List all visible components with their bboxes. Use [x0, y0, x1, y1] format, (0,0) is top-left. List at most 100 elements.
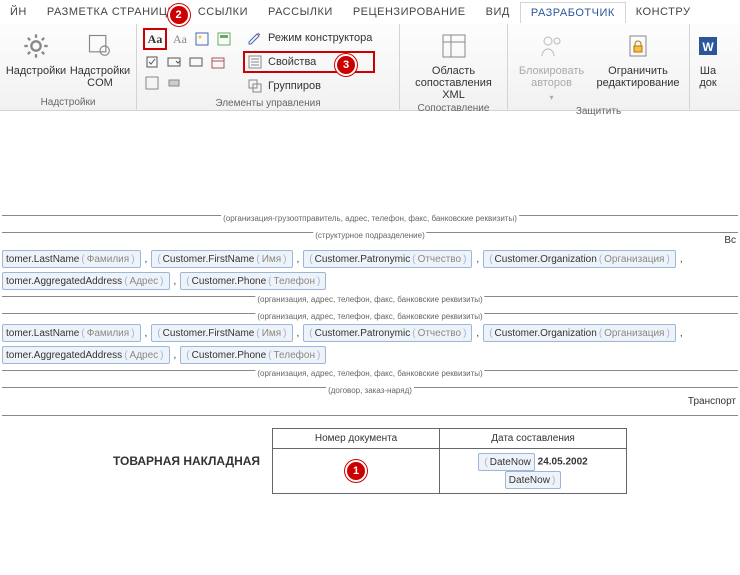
- callout-2: 2: [168, 4, 190, 26]
- group-label: Группиров: [268, 80, 321, 92]
- addins-button[interactable]: Надстройки: [6, 28, 66, 77]
- combobox-control-icon[interactable]: [165, 53, 183, 71]
- repeat-control-icon[interactable]: [143, 74, 161, 92]
- design-mode-button[interactable]: Режим конструктора: [243, 28, 375, 48]
- xml-mapping-label: Область сопоставления XML: [406, 65, 501, 101]
- checkbox-control-icon[interactable]: [143, 53, 161, 71]
- doc-title: ТОВАРНАЯ НАКЛАДНАЯ: [113, 454, 260, 468]
- cc-phone-tag-2: Customer.Phone: [192, 350, 267, 361]
- block-authors-icon: [536, 30, 568, 62]
- cc-org-tag-2: Customer.Organization: [495, 328, 597, 339]
- cc-patronymic-placeholder-2: Отчество: [418, 328, 461, 339]
- restrict-edit-button[interactable]: Ограничить редактирование: [593, 28, 683, 89]
- chevron-down-icon: ▾: [549, 92, 553, 104]
- xml-mapping-button[interactable]: Область сопоставления XML: [406, 28, 501, 101]
- templates-button[interactable]: W Ша док: [696, 28, 720, 89]
- tab-page-layout[interactable]: РАЗМЕТКА СТРАНИЦЫ 2: [37, 2, 188, 22]
- cc-phone-2[interactable]: (Customer.Phone(Телефон): [180, 346, 326, 364]
- customer-row-2: tomer.LastName(Фамилия), (Customer.First…: [0, 322, 740, 344]
- cc-firstname[interactable]: (Customer.FirstName(Имя): [151, 250, 292, 268]
- legacy-control-icon[interactable]: [165, 74, 183, 92]
- cc-phone[interactable]: (Customer.Phone(Телефон): [180, 272, 326, 290]
- block-authors-label: Блокировать авторов: [514, 65, 589, 89]
- plaintext-control-icon[interactable]: Aa: [171, 30, 189, 48]
- cc-addr-2[interactable]: tomer.AggregatedAddress(Адрес): [2, 346, 170, 364]
- dropdown-control-icon[interactable]: [187, 53, 205, 71]
- tab-references[interactable]: ССЫЛКИ: [188, 2, 258, 22]
- td-doc-number[interactable]: 1: [273, 449, 440, 494]
- form-line-transport: [2, 415, 738, 416]
- cc-lastname-tag-2: tomer.LastName: [6, 328, 79, 339]
- cc-org-tag: Customer.Organization: [495, 254, 597, 265]
- restrict-edit-label: Ограничить редактирование: [593, 65, 683, 89]
- tab-review[interactable]: РЕЦЕНЗИРОВАНИЕ: [343, 2, 476, 22]
- right-note-transport: Транспорт: [0, 394, 740, 409]
- form-line-contract: (договор, заказ-наряд): [2, 387, 738, 388]
- cc-lastname-2[interactable]: tomer.LastName(Фамилия): [2, 324, 141, 342]
- block-authors-button[interactable]: Блокировать авторов ▾: [514, 28, 589, 104]
- cc-datenow-close[interactable]: DateNow): [505, 471, 561, 489]
- tab-design-cut[interactable]: ЙН: [0, 2, 37, 22]
- td-doc-date[interactable]: (DateNow 24.05.2002 DateNow): [440, 449, 627, 494]
- group-icon: [246, 77, 264, 95]
- callout-1: 1: [345, 460, 367, 482]
- cc-firstname-placeholder: Имя: [262, 254, 281, 265]
- cc-patronymic-2[interactable]: (Customer.Patronymic(Отчество): [303, 324, 472, 342]
- cc-datenow-open[interactable]: (DateNow: [478, 453, 534, 471]
- gear-icon: [20, 30, 52, 62]
- ribbon: Надстройки Надстройки COM Надстройки Aa …: [0, 24, 740, 111]
- cc-addr[interactable]: tomer.AggregatedAddress(Адрес): [2, 272, 170, 290]
- gear-list-icon: [84, 30, 116, 62]
- form-line-org-1b-caption: (организация, адрес, телефон, факс, банк…: [255, 312, 484, 321]
- restrict-edit-icon: [622, 30, 654, 62]
- document-area: (организация-грузоотправитель, адрес, те…: [0, 111, 740, 498]
- datepicker-control-icon[interactable]: [209, 53, 227, 71]
- cc-addr-placeholder: Адрес: [130, 276, 159, 287]
- ribbon-group-protect: Блокировать авторов ▾ Ограничить редакти…: [508, 24, 690, 110]
- cc-patronymic[interactable]: (Customer.Patronymic(Отчество): [303, 250, 472, 268]
- tab-view[interactable]: ВИД: [476, 2, 520, 22]
- customer-row-1: tomer.LastName(Фамилия), (Customer.First…: [0, 248, 740, 270]
- cc-addr-placeholder-2: Адрес: [130, 350, 159, 361]
- customer-row-2b: tomer.AggregatedAddress(Адрес), (Custome…: [0, 344, 740, 366]
- ribbon-group-templates: W Ша док: [690, 24, 726, 110]
- addins-group-title: Надстройки: [6, 97, 130, 108]
- cc-firstname-2[interactable]: (Customer.FirstName(Имя): [151, 324, 292, 342]
- cc-datenow-tag-2: DateNow: [509, 475, 550, 486]
- cc-firstname-placeholder-2: Имя: [262, 328, 281, 339]
- picture-control-icon[interactable]: [193, 30, 211, 48]
- tab-mailings[interactable]: РАССЫЛКИ: [258, 2, 343, 22]
- doc-title-row: ТОВАРНАЯ НАКЛАДНАЯ Номер документа Дата …: [0, 424, 740, 498]
- cc-patronymic-tag: Customer.Patronymic: [315, 254, 411, 265]
- templates-label: Ша док: [699, 65, 716, 89]
- doc-date-value: 24.05.2002: [538, 457, 588, 468]
- form-line-shipper: (организация-грузоотправитель, адрес, те…: [2, 215, 738, 216]
- cc-lastname-placeholder: Фамилия: [87, 254, 129, 265]
- ribbon-group-addins: Надстройки Надстройки COM Надстройки: [0, 24, 137, 110]
- doc-header-table: Номер документа Дата составления 1 (Date…: [272, 428, 627, 494]
- tab-developer[interactable]: РАЗРАБОТЧИК: [520, 2, 626, 23]
- cc-lastname-placeholder-2: Фамилия: [87, 328, 129, 339]
- word-template-icon: W: [692, 30, 724, 62]
- cc-org[interactable]: (Customer.Organization(Организация): [483, 250, 676, 268]
- xml-mapping-icon: [438, 30, 470, 62]
- callout-3: 3: [335, 54, 357, 76]
- cc-addr-tag-2: tomer.AggregatedAddress: [6, 350, 122, 361]
- tab-page-layout-label: РАЗМЕТКА СТРАНИЦЫ: [47, 6, 178, 18]
- cc-org-2[interactable]: (Customer.Organization(Организация): [483, 324, 676, 342]
- th-doc-date: Дата составления: [440, 429, 627, 449]
- cc-lastname[interactable]: tomer.LastName(Фамилия): [2, 250, 141, 268]
- group-button[interactable]: Группиров: [243, 76, 375, 96]
- form-line-org-2-caption: (организация, адрес, телефон, факс, банк…: [255, 369, 484, 378]
- buildingblock-control-icon[interactable]: [215, 30, 233, 48]
- richtext-control-icon[interactable]: Aa: [143, 28, 167, 50]
- ribbon-tabs: ЙН РАЗМЕТКА СТРАНИЦЫ 2 ССЫЛКИ РАССЫЛКИ Р…: [0, 0, 740, 24]
- cc-org-placeholder-2: Организация: [604, 328, 664, 339]
- form-line-org-1-caption: (организация, адрес, телефон, факс, банк…: [255, 295, 484, 304]
- properties-label: Свойства: [268, 56, 316, 68]
- addins-com-button[interactable]: Надстройки COM: [70, 28, 130, 89]
- cc-phone-tag: Customer.Phone: [192, 276, 267, 287]
- customer-row-1b: tomer.AggregatedAddress(Адрес), (Custome…: [0, 270, 740, 292]
- tab-construct[interactable]: КОНСТРУ: [626, 2, 701, 22]
- form-line-org-2: (организация, адрес, телефон, факс, банк…: [2, 370, 738, 371]
